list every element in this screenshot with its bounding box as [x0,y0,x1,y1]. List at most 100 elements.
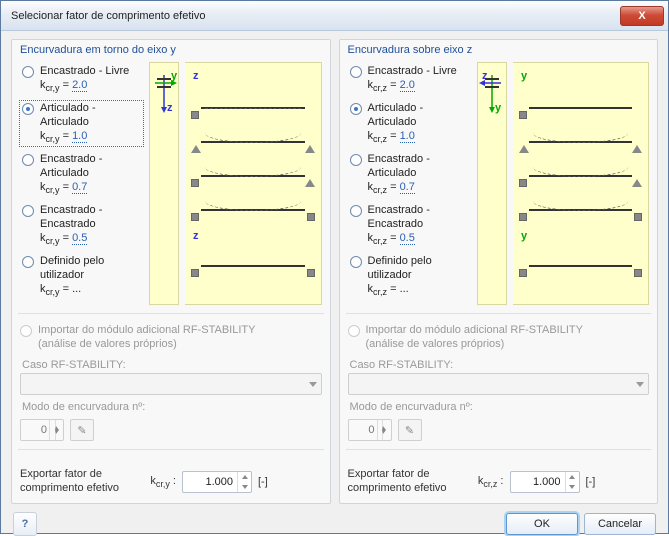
export-row: Exportar fator de comprimento efetivo kc… [348,458,650,494]
help-icon: ? [22,518,29,530]
axis-icon: yz [479,67,505,117]
close-button[interactable]: X [620,6,664,26]
separator [346,313,652,314]
radio-label: Encastrado - Livrekcr,y = 2.0 [40,65,129,94]
axis-icon: zy [151,67,177,117]
radio-icon [22,66,34,78]
cancel-button[interactable]: Cancelar [584,513,656,535]
k-value-link[interactable]: 2.0 [72,79,87,92]
export-unit: [-] [586,476,596,488]
chevron-down-icon [55,430,59,440]
footer: ? OK Cancelar [11,504,658,536]
columns: Encurvadura em torno do eixo y Encastrad… [11,39,658,504]
chevron-down-icon [382,430,386,440]
separator [18,313,324,314]
window-title: Selecionar fator de comprimento efetivo [11,10,620,22]
radio-fixed-fixed[interactable]: Encastrado - Encastradokcr,z = 0.5 [348,203,471,248]
diagram-pin-pin [519,127,642,153]
svg-text:z: z [167,102,173,114]
export-k-label: kcr,z : [464,475,504,489]
radio-icon [22,205,34,217]
k-value-link[interactable]: 2.0 [400,79,415,92]
separator [18,449,324,450]
pick-mode-button: ✎ [70,419,94,441]
export-label: Exportar fator de comprimento efetivo [348,468,458,494]
mode-row: 0 ✎ [348,419,650,441]
radio-fixed-pin[interactable]: Encastrado - Articuladokcr,z = 0.7 [348,152,471,197]
chevron-up-icon [242,475,248,479]
export-value-spinner[interactable]: 1.000 [510,471,580,493]
diagram-free [519,93,642,119]
mode-row: 0 ✎ [20,419,322,441]
titlebar: Selecionar fator de comprimento efetivo … [1,1,668,31]
group-z: Encurvadura sobre eixo z Encastrado - Li… [339,39,659,504]
radio-import-stability: Importar do módulo adicional RF-STABILIT… [20,324,322,352]
diagram-fixed-fixed [519,195,642,221]
options-row: Encastrado - Livrekcr,y = 2.0 Articulado… [20,62,322,305]
k-value-link[interactable]: 1.0 [400,130,415,143]
export-k-label: kcr,y : [136,475,176,489]
options-list: Encastrado - Livrekcr,z = 2.0 Articulado… [348,62,471,305]
export-label: Exportar fator de comprimento efetivo [20,468,130,494]
export-unit: [-] [258,476,268,488]
axis-icons: yz [477,62,507,305]
k-value-link[interactable]: 0.5 [72,232,87,245]
case-label: Caso RF-STABILITY: [350,359,650,371]
radio-fixed-free[interactable]: Encastrado - Livrekcr,z = 2.0 [348,64,471,95]
radio-label: Encastrado - Encastradokcr,y = 0.5 [40,204,141,247]
radio-pin-pin[interactable]: Articulado - Articuladokcr,z = 1.0 [348,101,471,146]
radio-label: Definido pelo utilizadorkcr,z = ... [368,255,469,298]
group-y: Encurvadura em torno do eixo y Encastrad… [11,39,331,504]
k-value-link[interactable]: 0.7 [72,181,87,194]
radio-label: Articulado - Articuladokcr,z = 1.0 [368,102,469,145]
radio-icon [22,103,34,115]
radio-label: Importar do módulo adicional RF-STABILIT… [38,324,255,352]
svg-text:y: y [495,102,502,114]
radio-user-defined[interactable]: Definido pelo utilizadorkcr,y = ... [20,254,143,299]
radio-label: Encastrado - Articuladokcr,z = 0.7 [368,153,469,196]
diagrams: z z [185,62,321,305]
radio-label: Articulado - Articuladokcr,y = 1.0 [40,102,141,145]
svg-text:z: z [193,230,199,242]
radio-icon [22,256,34,268]
radio-label: Definido pelo utilizadorkcr,y = ... [40,255,141,298]
radio-label: Encastrado - Livrekcr,z = 2.0 [368,65,457,94]
content: Encurvadura em torno do eixo y Encastrad… [1,31,668,533]
radio-icon [350,66,362,78]
radio-icon [350,205,362,217]
radio-user-defined[interactable]: Definido pelo utilizadorkcr,z = ... [348,254,471,299]
radio-icon [348,325,360,337]
mode-label: Modo de encurvadura nº: [350,401,650,413]
ok-button[interactable]: OK [506,513,578,535]
help-button[interactable]: ? [13,512,37,536]
chevron-down-icon [569,485,575,489]
diagram-user [519,251,642,277]
axis-legend: y [519,229,642,243]
axis-icons: zy [149,62,179,305]
radio-fixed-pin[interactable]: Encastrado - Articuladokcr,y = 0.7 [20,152,143,197]
diagram-pin-pin [191,127,314,153]
radio-icon [350,256,362,268]
k-value-link[interactable]: 1.0 [72,130,87,143]
k-value-link[interactable]: 0.7 [400,181,415,194]
k-value-link[interactable]: 0.5 [400,232,415,245]
radio-fixed-fixed[interactable]: Encastrado - Encastradokcr,y = 0.5 [20,203,143,248]
radio-pin-pin[interactable]: Articulado - Articuladokcr,y = 1.0 [20,101,143,146]
group-title: Encurvadura sobre eixo z [348,44,650,56]
chevron-down-icon [309,382,317,387]
radio-icon [22,154,34,166]
pick-mode-button: ✎ [398,419,422,441]
export-value-spinner[interactable]: 1.000 [182,471,252,493]
radio-icon [20,325,32,337]
case-combo [20,373,322,395]
radio-label: Encastrado - Encastradokcr,z = 0.5 [368,204,469,247]
radio-label: Encastrado - Articuladokcr,y = 0.7 [40,153,141,196]
svg-text:z: z [482,70,488,82]
svg-text:y: y [521,230,528,242]
radio-icon [350,103,362,115]
chevron-down-icon [242,485,248,489]
radio-fixed-free[interactable]: Encastrado - Livrekcr,y = 2.0 [20,64,143,95]
chevron-down-icon [636,382,644,387]
case-label: Caso RF-STABILITY: [22,359,322,371]
mode-label: Modo de encurvadura nº: [22,401,322,413]
